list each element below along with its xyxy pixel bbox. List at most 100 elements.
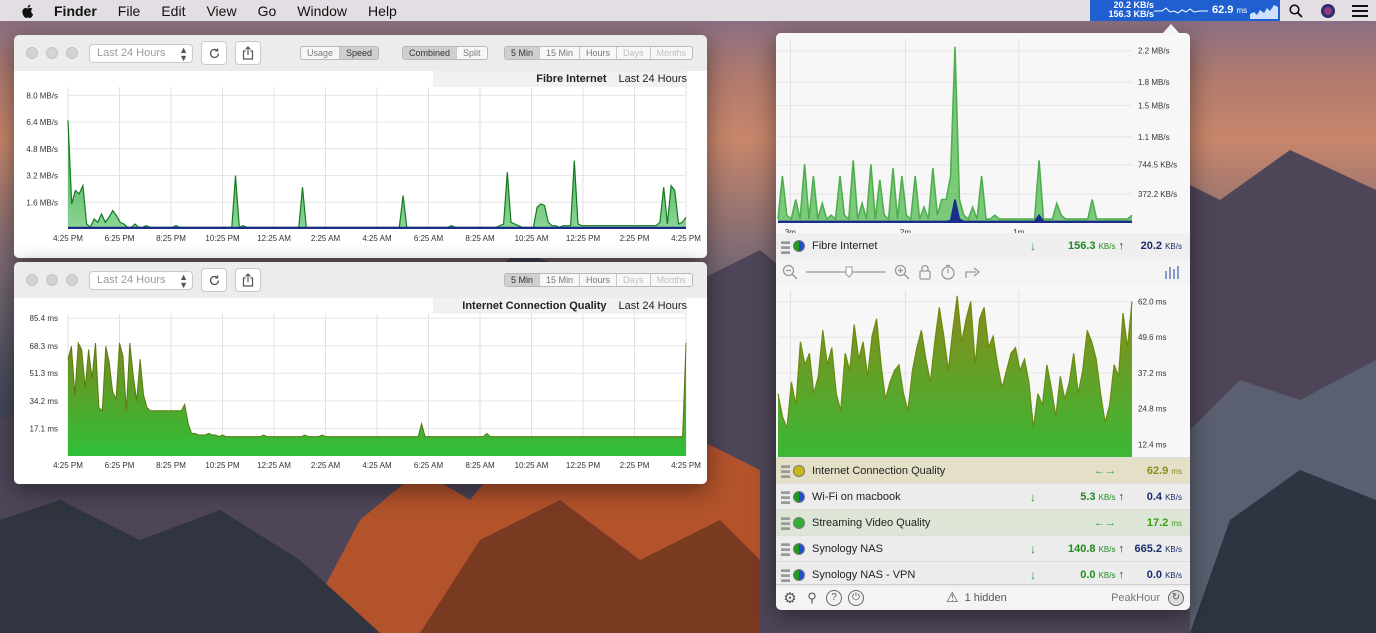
speed-segment[interactable]: Speed	[340, 47, 379, 59]
close-button[interactable]	[26, 47, 38, 59]
row-name: Synology NAS - VPN	[812, 568, 916, 581]
menu-go[interactable]: Go	[258, 3, 277, 19]
view-segmented-control: Combined Split	[402, 46, 488, 60]
row-internet-connection-quality[interactable]: ▬ ▬ ▬ Internet Connection Quality ←→ 62.9 …	[776, 457, 1190, 483]
combined-segment[interactable]: Combined	[403, 47, 458, 59]
interval-5min-segment[interactable]: 5 Min	[505, 47, 541, 59]
menu-view[interactable]: View	[206, 3, 236, 19]
row-wifi-on-macbook[interactable]: ▬ ▬ ▬ Wi-Fi on macbook ↓ 5.3 KB/s ↑ 0.4 KB/…	[776, 483, 1190, 509]
y-tick-label: 2.2 MB/s	[1138, 47, 1170, 56]
interval-15min-segment[interactable]: 15 Min	[540, 274, 581, 286]
menubar-up-rate: 156.3 KB/s	[1108, 9, 1154, 19]
x-tick-label: 6:25 PM	[105, 461, 135, 470]
spotlight-icon[interactable]	[1286, 1, 1306, 21]
menubar-latency: 62.9	[1212, 4, 1234, 16]
split-segment[interactable]: Split	[457, 47, 487, 59]
interval-days-segment[interactable]: Days	[617, 47, 651, 59]
row-fibre-internet[interactable]: ▬ ▬ ▬ Fibre Internet ↓ 156.3 KB/s ↑ 20.2 KB…	[776, 233, 1190, 259]
share-button[interactable]	[235, 268, 261, 292]
menu-file[interactable]: File	[118, 3, 141, 19]
interval-months-segment[interactable]: Months	[651, 274, 693, 286]
interval-hours-segment[interactable]: Hours	[580, 47, 618, 59]
share-icon[interactable]	[964, 264, 982, 280]
latency-arrow-icon: ←→	[1094, 516, 1116, 529]
stopwatch-icon[interactable]	[940, 264, 956, 280]
zoom-slider[interactable]	[804, 264, 888, 280]
y-tick-label: 6.4 MB/s	[26, 118, 58, 127]
apple-icon[interactable]	[20, 3, 36, 19]
x-tick-label: 12:25 PM	[566, 234, 601, 243]
range-popup[interactable]: Last 24 Hours ▲ ▼	[89, 271, 193, 290]
peakhour-logo-icon[interactable]: ↻	[1168, 589, 1184, 606]
up-arrow-icon: ↑	[1118, 568, 1125, 581]
zoom-button[interactable]	[66, 47, 78, 59]
row-name: Fibre Internet	[812, 240, 878, 252]
drag-handle-icon[interactable]: ▬ ▬ ▬	[781, 236, 790, 255]
window-toolbar: Last 24 Hours ▲ ▼ Usage Speed Combined Spl…	[14, 35, 707, 71]
interval-5min-segment[interactable]: 5 Min	[505, 274, 541, 286]
row-synology-nas[interactable]: ▬ ▬ ▬ Synology NAS ↓ 140.8 KB/s ↑ 665.2 KB/…	[776, 535, 1190, 561]
minimize-button[interactable]	[46, 274, 58, 286]
x-tick-label: 4:25 PM	[53, 461, 83, 470]
menu-bar: Finder File Edit View Go Window Help 20.…	[0, 0, 1376, 21]
window-toolbar: Last 24 Hours ▲ ▼ 5 Min 15 Min Hours Days …	[14, 262, 707, 298]
siri-icon[interactable]	[1318, 1, 1338, 21]
interval-months-segment[interactable]: Months	[651, 47, 693, 59]
gear-icon[interactable]: ⚙	[782, 590, 798, 607]
range-popup-label: Last 24 Hours	[97, 274, 166, 286]
menu-finder[interactable]: Finder	[54, 3, 97, 19]
drag-handle-icon[interactable]: ▬ ▬ ▬	[781, 565, 790, 584]
zoom-out-icon[interactable]	[782, 264, 798, 280]
menubar-latency-unit: ms	[1236, 6, 1248, 15]
wifi-status-icon	[793, 490, 805, 503]
bar-chart-icon[interactable]	[1164, 265, 1180, 279]
row-name: Internet Connection Quality	[812, 464, 946, 477]
zoom-button[interactable]	[66, 274, 78, 286]
drag-handle-icon[interactable]: ▬ ▬ ▬	[781, 487, 790, 506]
x-tick-label: 2:25 PM	[620, 461, 650, 470]
drag-handle-icon[interactable]: ▬ ▬ ▬	[781, 513, 790, 532]
zoom-in-icon[interactable]	[894, 264, 910, 280]
x-tick-label: 6:25 AM	[414, 234, 444, 243]
y-tick-label: 49.6 ms	[1138, 333, 1166, 342]
drag-handle-icon[interactable]: ▬ ▬ ▬	[781, 539, 790, 558]
nas-status-icon	[793, 542, 805, 555]
y-tick-label: 1.8 MB/s	[1138, 78, 1170, 87]
interval-days-segment[interactable]: Days	[617, 274, 651, 286]
interval-15min-segment[interactable]: 15 Min	[540, 47, 581, 59]
share-button[interactable]	[235, 41, 261, 65]
menu-edit[interactable]: Edit	[161, 3, 185, 19]
down-value: 5.3	[1080, 490, 1096, 503]
fibre-status-icon	[793, 240, 805, 252]
minimize-button[interactable]	[46, 47, 58, 59]
lock-icon[interactable]	[918, 264, 932, 280]
popover-arrow	[1162, 24, 1180, 34]
row-streaming-video-quality[interactable]: ▬ ▬ ▬ Streaming Video Quality ←→ 17.2 ms	[776, 509, 1190, 535]
x-tick-label: 10:25 PM	[205, 234, 240, 243]
drag-handle-icon[interactable]: ▬ ▬ ▬	[781, 461, 790, 480]
refresh-button[interactable]	[201, 41, 227, 65]
menu-help[interactable]: Help	[368, 3, 397, 19]
up-unit: KB/s	[1165, 242, 1182, 251]
interval-hours-segment[interactable]: Hours	[580, 274, 618, 286]
power-icon[interactable]: ⏻	[848, 589, 864, 606]
range-popup[interactable]: Last 24 Hours ▲ ▼	[89, 44, 193, 63]
value: 62.9	[1146, 464, 1169, 477]
y-tick-label: 85.4 ms	[30, 314, 58, 323]
range-popup-label: Last 24 Hours	[97, 47, 166, 59]
close-button[interactable]	[26, 274, 38, 286]
peakhour-menubar-item[interactable]: 20.2 KB/s 156.3 KB/s 62.9 ms	[1090, 0, 1280, 21]
y-tick-label: 68.3 ms	[30, 342, 58, 351]
notification-center-icon[interactable]	[1350, 1, 1370, 21]
up-value: 665.2	[1134, 542, 1163, 555]
hidden-items-button[interactable]: ⚠ 1 hidden	[946, 589, 1007, 606]
interval-segmented-control: 5 Min 15 Min Hours Days Months	[504, 46, 694, 60]
help-icon[interactable]: ?	[826, 589, 842, 606]
chart-toolbar	[776, 260, 1190, 284]
usage-segment[interactable]: Usage	[301, 47, 341, 59]
menu-window[interactable]: Window	[297, 3, 347, 19]
down-value: 156.3	[1068, 240, 1096, 252]
value: 17.2	[1146, 516, 1169, 529]
refresh-button[interactable]	[201, 268, 227, 292]
pin-icon[interactable]: ⚲	[804, 590, 820, 606]
